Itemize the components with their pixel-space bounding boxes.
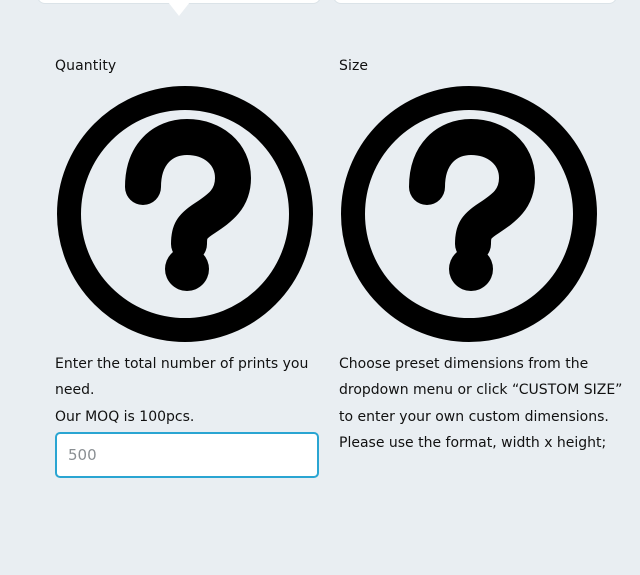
active-tab-pointer <box>168 2 190 16</box>
quantity-help-line: Enter the total number of prints you nee… <box>55 356 309 399</box>
quantity-help-text: Enter the total number of prints you nee… <box>55 351 325 430</box>
question-circle-icon <box>341 86 597 342</box>
quantity-moq-line: Our MOQ is 100pcs. <box>55 408 195 425</box>
size-label: Size <box>339 58 369 74</box>
size-help-text: Choose preset dimensions from the dropdo… <box>339 351 624 456</box>
question-circle-icon <box>57 86 313 342</box>
quantity-label: Quantity <box>55 58 117 74</box>
size-help-line: Choose preset dimensions from the dropdo… <box>339 356 623 425</box>
quantity-input[interactable] <box>55 432 319 478</box>
size-format-line: Please use the format, width x height; <box>339 434 607 451</box>
top-tab-right[interactable] <box>333 0 617 4</box>
